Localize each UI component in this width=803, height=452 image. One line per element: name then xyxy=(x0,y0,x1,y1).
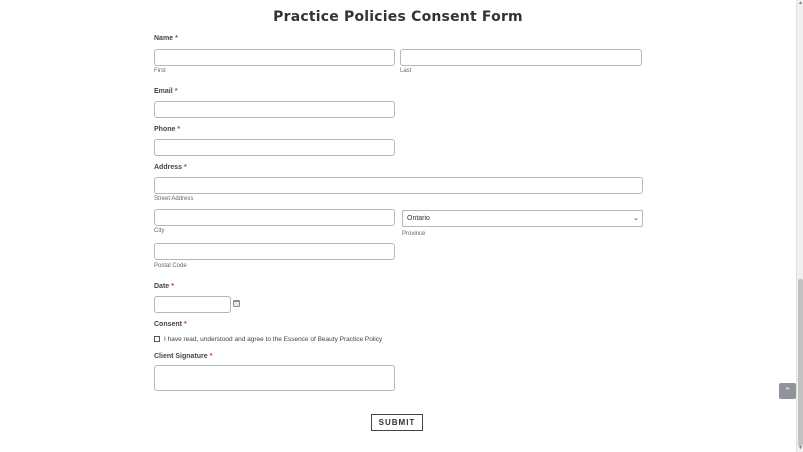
consent-label: Consent * xyxy=(154,321,187,328)
first-name-input[interactable] xyxy=(154,49,395,66)
email-label: Email * xyxy=(154,88,178,95)
client-signature-field[interactable] xyxy=(154,365,395,391)
province-sublabel: Province xyxy=(402,231,426,237)
chevron-up-icon: ⌃ xyxy=(783,386,792,396)
scroll-down-arrow-icon[interactable]: ▼ xyxy=(797,445,803,452)
postal-code-input[interactable] xyxy=(154,243,395,260)
consent-checkbox-label[interactable]: I have read, understood and agree to the… xyxy=(164,336,382,343)
last-name-input[interactable] xyxy=(400,49,642,66)
street-address-sublabel: Street Address xyxy=(154,196,194,202)
consent-checkbox[interactable] xyxy=(154,336,160,342)
scroll-up-arrow-icon[interactable]: ▲ xyxy=(797,0,803,7)
city-input[interactable] xyxy=(154,209,395,226)
date-label: Date * xyxy=(154,283,174,290)
phone-input[interactable] xyxy=(154,139,395,156)
province-select[interactable]: Ontario ⌄ xyxy=(402,210,643,227)
submit-button[interactable]: SUBMIT xyxy=(371,414,423,431)
name-label: Name * xyxy=(154,35,178,42)
calendar-icon[interactable] xyxy=(233,300,240,307)
phone-label: Phone * xyxy=(154,126,181,133)
first-name-sublabel: First xyxy=(154,68,166,74)
client-signature-label: Client Signature * xyxy=(154,353,213,360)
street-address-input[interactable] xyxy=(154,177,643,194)
email-input[interactable] xyxy=(154,101,395,118)
page: Practice Policies Consent Form Name * Fir… xyxy=(0,0,796,452)
form-title: Practice Policies Consent Form xyxy=(273,9,523,25)
postal-code-sublabel: Postal Code xyxy=(154,263,187,269)
scroll-thumb[interactable] xyxy=(798,279,803,446)
last-name-sublabel: Last xyxy=(400,68,412,74)
province-value: Ontario xyxy=(407,215,430,222)
chevron-down-icon: ⌄ xyxy=(633,215,639,222)
date-input[interactable] xyxy=(154,296,231,313)
page-scrollbar[interactable]: ▲ ▼ xyxy=(796,0,803,452)
city-sublabel: City xyxy=(154,228,165,234)
address-label: Address * xyxy=(154,164,187,171)
back-to-top-button[interactable]: ⌃ xyxy=(779,383,796,399)
